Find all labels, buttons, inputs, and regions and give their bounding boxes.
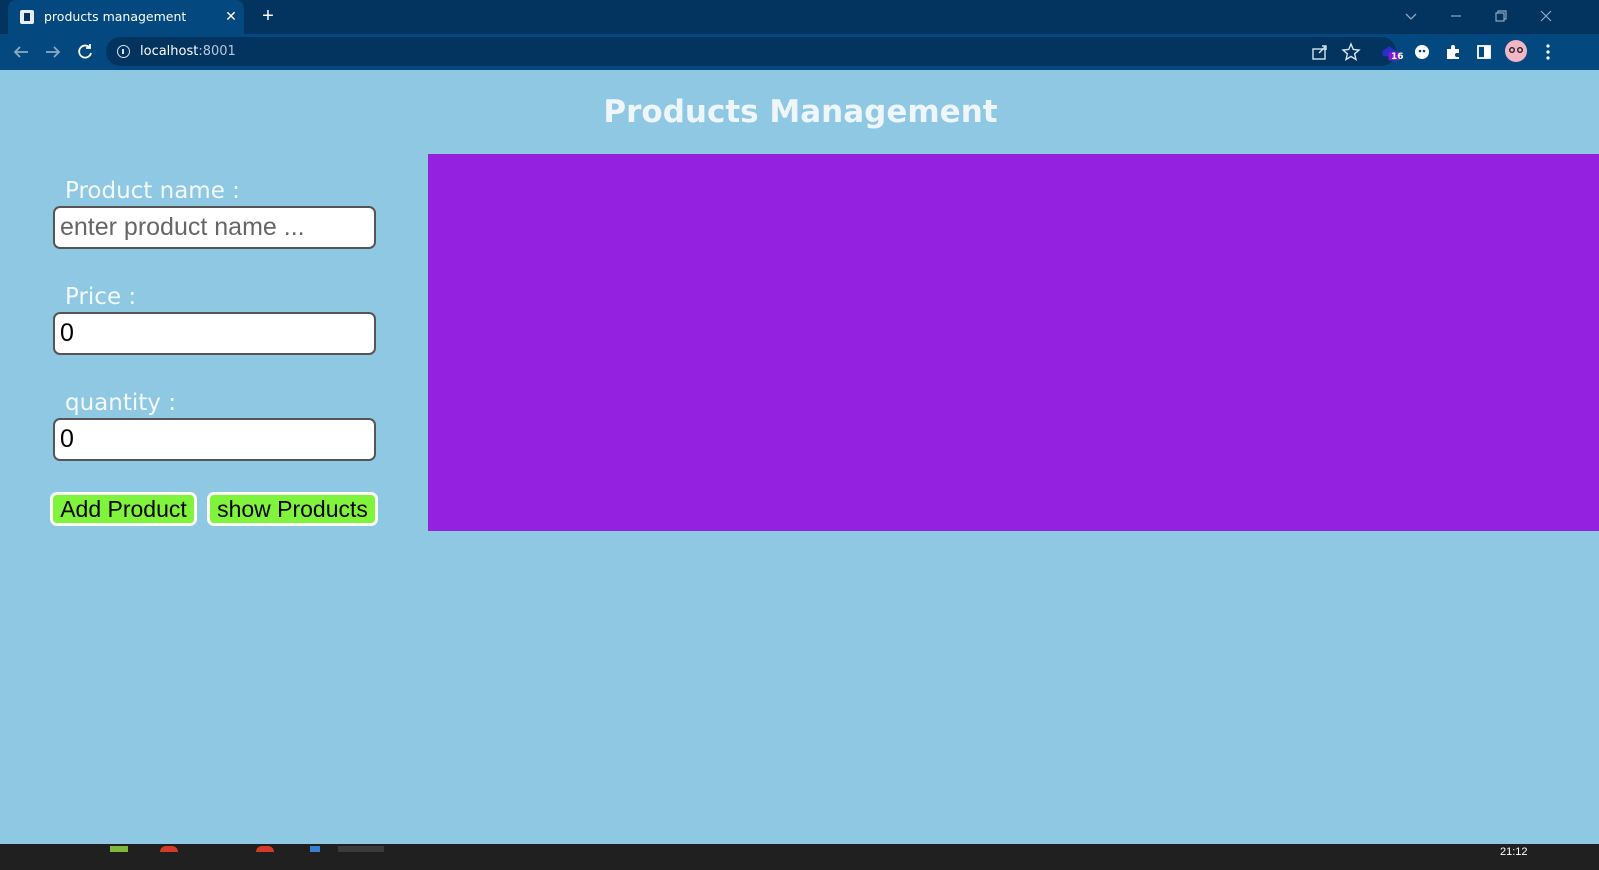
product-name-label: Product name : — [65, 178, 240, 204]
quantity-label: quantity : — [65, 390, 176, 416]
os-taskbar: 21:12 — [0, 844, 1599, 870]
site-info-icon[interactable] — [117, 45, 130, 58]
browser-toolbar: localhost:8001 16 — [0, 34, 1599, 70]
page-title: Products Management — [603, 94, 998, 130]
browser-tab-strip: products management ✕ + — [0, 0, 1599, 34]
taskbar-app-icon[interactable] — [310, 846, 320, 852]
puzzle-icon[interactable] — [1442, 41, 1464, 63]
forward-arrow-icon[interactable] — [41, 40, 65, 64]
bookmark-star-icon[interactable] — [1340, 41, 1362, 63]
show-products-button[interactable]: show Products — [207, 492, 378, 526]
back-arrow-icon[interactable] — [9, 40, 33, 64]
tab-search-icon[interactable] — [1399, 4, 1423, 28]
products-display-panel — [428, 154, 1599, 531]
close-window-icon[interactable] — [1534, 4, 1558, 28]
side-panel-icon[interactable] — [1473, 41, 1495, 63]
product-name-input[interactable] — [53, 206, 376, 249]
url-text: localhost:8001 — [140, 44, 236, 59]
taskbar-active-app[interactable] — [338, 846, 384, 852]
profile-avatar[interactable] — [1504, 39, 1528, 63]
reload-icon[interactable] — [73, 40, 97, 64]
extension-badge: 16 — [1391, 52, 1404, 62]
minimize-icon[interactable] — [1444, 4, 1468, 28]
share-icon[interactable] — [1309, 41, 1331, 63]
taskbar-clock: 21:12 — [1500, 846, 1528, 858]
taskbar-app-icon[interactable] — [160, 846, 178, 852]
price-input[interactable] — [53, 312, 376, 355]
quantity-input[interactable] — [53, 418, 376, 461]
price-label: Price : — [65, 284, 137, 310]
taskbar-app-icon[interactable] — [110, 846, 128, 852]
add-product-button[interactable]: Add Product — [50, 492, 197, 526]
address-bar[interactable]: localhost:8001 — [106, 37, 1396, 66]
restore-icon[interactable] — [1489, 4, 1513, 28]
close-tab-icon[interactable]: ✕ — [222, 7, 240, 25]
menu-dots-icon[interactable] — [1537, 41, 1559, 63]
favicon-icon — [20, 10, 34, 24]
browser-tab[interactable]: products management ✕ — [8, 0, 244, 34]
extension-face-icon[interactable] — [1411, 41, 1433, 63]
new-tab-icon[interactable]: + — [256, 5, 280, 29]
taskbar-app-icon[interactable] — [256, 846, 274, 852]
tab-title: products management — [44, 9, 187, 24]
